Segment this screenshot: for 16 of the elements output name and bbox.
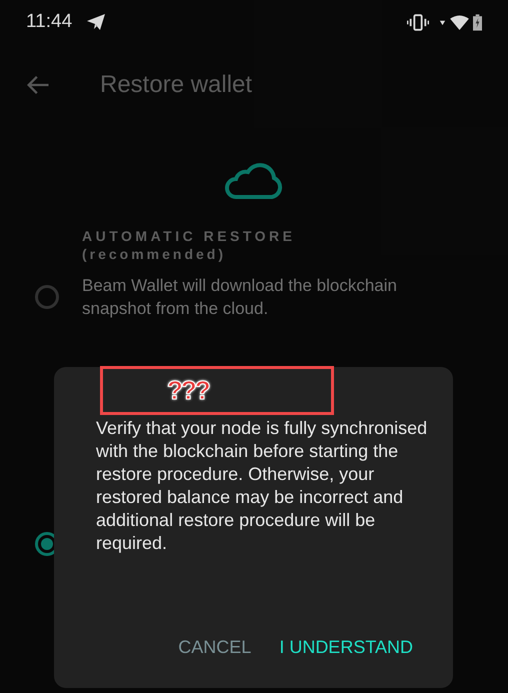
battery-icon (473, 14, 482, 30)
screen-title: Restore wallet (100, 71, 252, 99)
cancel-button[interactable]: CANCEL (178, 637, 252, 658)
wifi-icon (450, 14, 469, 30)
cloud-icon (224, 162, 284, 200)
paper-plane-icon (86, 13, 106, 31)
dialog-message: Verify that your node is fully synchronised with the blockchain before starting the restore procedure. Otherwise, your restored balance may be incorrect and additional restore procedure will be required. (96, 417, 428, 555)
status-time: 11:44 (26, 11, 72, 33)
section-heading: AUTOMATIC RESTORE (82, 228, 297, 244)
vibrate-icon (407, 14, 429, 30)
radio-button[interactable] (35, 285, 59, 309)
data-arrow-icon (439, 18, 446, 26)
section-subheading: (recommended) (82, 246, 228, 262)
option-text: Beam Wallet will download the blockchain snapshot from the cloud. (82, 275, 398, 320)
confirm-button[interactable]: I UNDERSTAND (279, 637, 413, 658)
annotation-text: ??? (167, 375, 209, 406)
